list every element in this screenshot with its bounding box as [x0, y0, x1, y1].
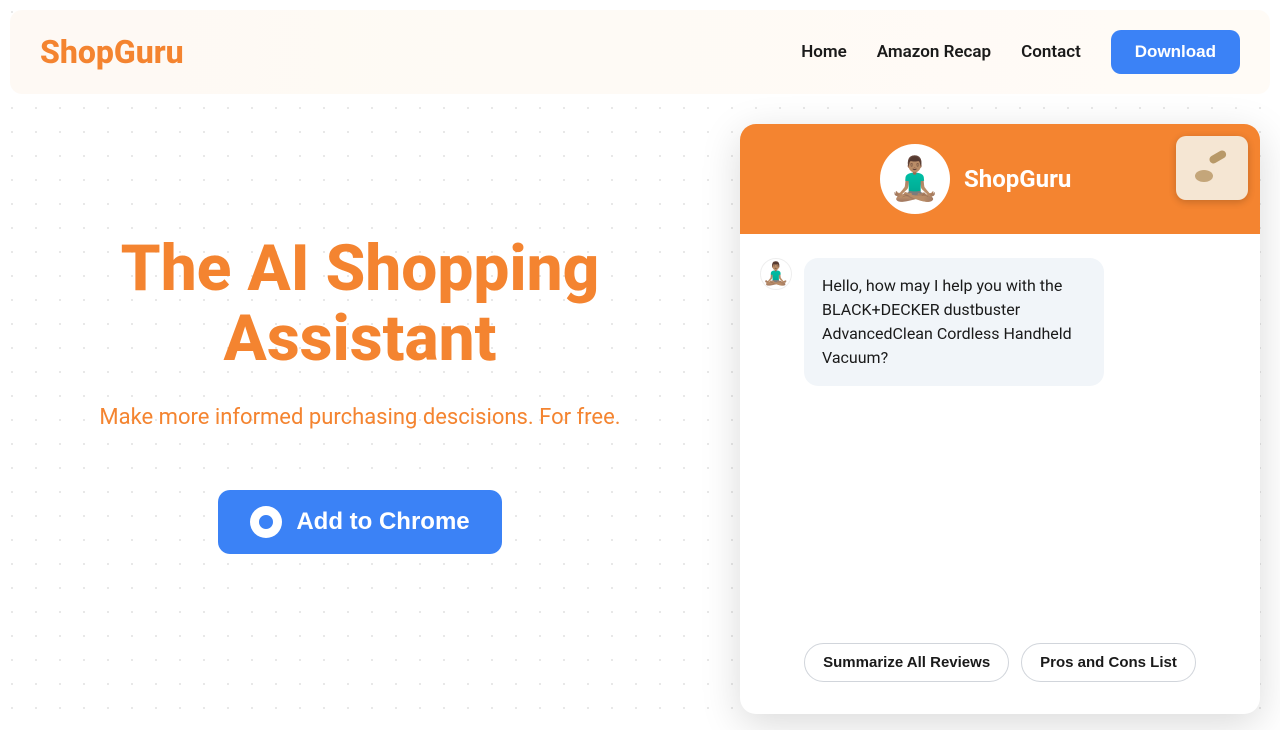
logo[interactable]: ShopGuru	[40, 33, 184, 71]
chat-footer: Summarize All Reviews Pros and Cons List	[740, 631, 1260, 714]
download-button[interactable]: Download	[1111, 30, 1240, 74]
chat-body: 🧘🏽‍♂️ Hello, how may I help you with the…	[740, 234, 1260, 631]
main-content: The AI Shopping Assistant Make more info…	[0, 94, 1280, 714]
message-avatar-icon: 🧘🏽‍♂️	[760, 258, 792, 290]
product-thumbnail[interactable]	[1176, 136, 1248, 200]
nav-links: Home Amazon Recap Contact Download	[801, 30, 1240, 74]
nav-amazon-recap[interactable]: Amazon Recap	[877, 42, 991, 62]
chat-header: 🧘🏽‍♂️ ShopGuru	[740, 124, 1260, 234]
hero-section: The AI Shopping Assistant Make more info…	[20, 124, 700, 714]
nav-contact[interactable]: Contact	[1021, 42, 1081, 62]
chat-title: ShopGuru	[964, 165, 1071, 193]
chrome-icon	[250, 506, 282, 538]
add-to-chrome-button[interactable]: Add to Chrome	[218, 490, 501, 554]
message-row: 🧘🏽‍♂️ Hello, how may I help you with the…	[760, 258, 1240, 386]
suggestion-chips: Summarize All Reviews Pros and Cons List	[760, 643, 1240, 682]
assistant-message: Hello, how may I help you with the BLACK…	[804, 258, 1104, 386]
hero-title: The AI Shopping Assistant	[20, 234, 700, 375]
chrome-btn-label: Add to Chrome	[296, 508, 469, 536]
chat-widget: 🧘🏽‍♂️ ShopGuru 🧘🏽‍♂️ Hello, how may I he…	[740, 124, 1260, 714]
chip-pros-cons[interactable]: Pros and Cons List	[1021, 643, 1196, 682]
hero-subtitle: Make more informed purchasing descisions…	[20, 405, 700, 430]
navbar: ShopGuru Home Amazon Recap Contact Downl…	[10, 10, 1270, 94]
guru-avatar-icon: 🧘🏽‍♂️	[880, 144, 950, 214]
vacuum-icon	[1192, 148, 1232, 188]
nav-home[interactable]: Home	[801, 42, 847, 62]
chip-summarize-reviews[interactable]: Summarize All Reviews	[804, 643, 1009, 682]
